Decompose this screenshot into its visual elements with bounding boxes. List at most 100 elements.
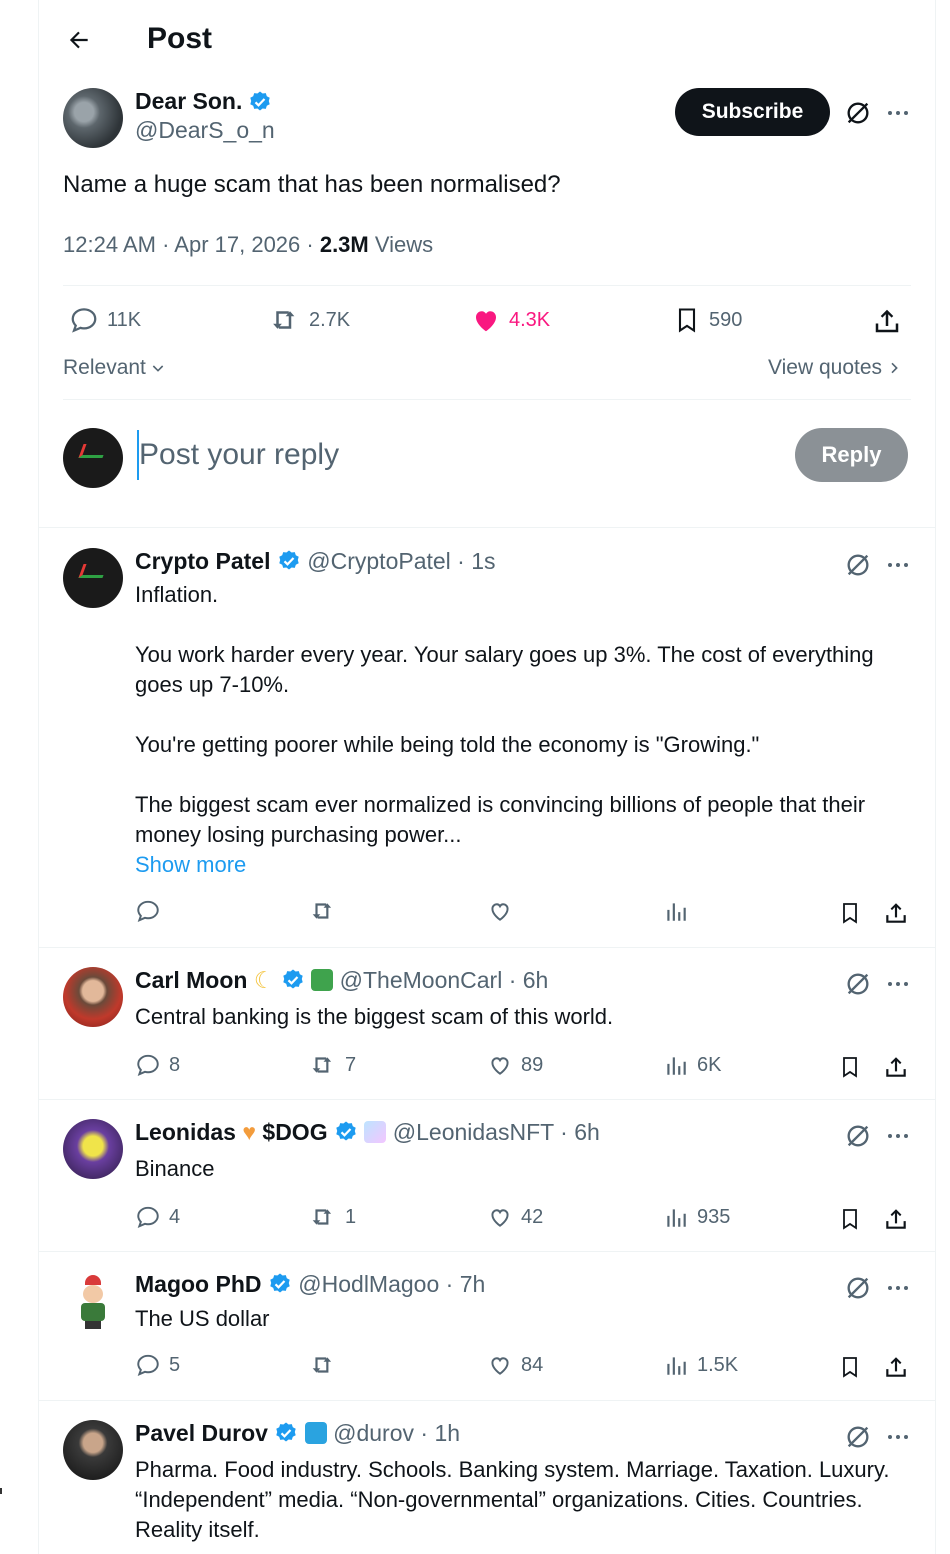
like-icon xyxy=(476,311,496,332)
verified-icon xyxy=(279,550,299,570)
grok-button[interactable] xyxy=(841,1119,875,1153)
share-button[interactable] xyxy=(881,1204,911,1234)
verified-icon xyxy=(283,969,303,989)
like-action[interactable]: 42 xyxy=(487,1204,543,1230)
reply-text: Central banking is the biggest scam of t… xyxy=(135,1004,614,1029)
repost-action[interactable]: 1 xyxy=(309,1204,356,1230)
more-button[interactable] xyxy=(881,1119,915,1153)
reply-author-handle[interactable]: @LeonidasNFT · 6h xyxy=(393,1119,600,1145)
moon-emoji: ☾ xyxy=(253,967,275,993)
grok-button[interactable] xyxy=(841,967,875,1001)
verified-icon xyxy=(336,1121,356,1141)
views-action[interactable] xyxy=(663,898,689,924)
reply-text: Binance xyxy=(135,1156,215,1181)
main-column: Post Dear Son. @DearS_o_n Subscribe Name… xyxy=(38,0,936,1554)
reply-action[interactable]: 11K xyxy=(69,305,141,335)
more-button[interactable] xyxy=(881,1420,915,1454)
divider xyxy=(63,399,911,400)
reply-author-name[interactable]: Carl Moon xyxy=(135,967,247,993)
reply-avatar[interactable] xyxy=(63,1420,123,1480)
share-button[interactable] xyxy=(881,1352,911,1382)
bookmark-button[interactable] xyxy=(835,1052,865,1082)
grok-button[interactable] xyxy=(841,96,875,130)
like-count: 84 xyxy=(521,1353,544,1376)
reply-icon xyxy=(71,308,97,333)
reply-action[interactable]: 5 xyxy=(135,1352,180,1378)
reply-count: 5 xyxy=(169,1353,181,1376)
reply-author-handle[interactable]: @CryptoPatel · 1s xyxy=(307,548,495,574)
reply-action[interactable]: 4 xyxy=(135,1204,180,1230)
reply-author-name[interactable]: Magoo PhD xyxy=(135,1271,262,1297)
reply-avatar[interactable] xyxy=(63,548,123,608)
grok-button[interactable] xyxy=(841,1420,875,1454)
like-count: 4.3K xyxy=(509,308,551,331)
composer-avatar[interactable] xyxy=(63,428,123,488)
share-icon xyxy=(875,309,899,333)
share-icon xyxy=(886,1209,906,1229)
like-action[interactable] xyxy=(487,898,513,924)
grok-icon xyxy=(847,1277,869,1299)
bookmark-icon xyxy=(678,308,696,333)
like-action[interactable]: 89 xyxy=(487,1052,543,1078)
reply-avatar[interactable] xyxy=(63,1271,123,1331)
bookmark-action[interactable]: 590 xyxy=(673,305,742,335)
share-button[interactable] xyxy=(881,1052,911,1082)
bookmark-button[interactable] xyxy=(835,1352,865,1382)
reply-avatar[interactable] xyxy=(63,1119,123,1179)
repost-action[interactable] xyxy=(309,898,337,924)
reply-author-name[interactable]: Leonidas xyxy=(135,1119,236,1145)
post-author-handle[interactable]: @DearS_o_n xyxy=(135,117,275,144)
reply-input[interactable]: Post your reply xyxy=(137,430,777,480)
reply-paragraph: You're getting poorer while being told t… xyxy=(135,732,760,757)
views-action[interactable]: 6K xyxy=(663,1052,721,1078)
stray-mark xyxy=(0,1488,2,1494)
reply-author-handle[interactable]: @durov · 1h xyxy=(333,1420,460,1446)
post-author-name[interactable]: Dear Son. xyxy=(135,88,242,115)
grok-icon xyxy=(847,1426,869,1448)
reply-author-handle[interactable]: @TheMoonCarl · 6h xyxy=(340,967,549,993)
back-button[interactable] xyxy=(63,24,95,56)
like-action[interactable]: 4.3K xyxy=(471,305,550,335)
post-author-avatar[interactable] xyxy=(63,88,123,148)
views-action[interactable]: 935 xyxy=(663,1204,730,1230)
divider xyxy=(39,1400,935,1401)
share-button[interactable] xyxy=(881,898,911,928)
like-action[interactable]: 84 xyxy=(487,1352,543,1378)
reply-button[interactable]: Reply xyxy=(795,428,908,482)
subscribe-button[interactable]: Subscribe xyxy=(675,88,830,136)
reply-author-name[interactable]: Pavel Durov xyxy=(135,1420,268,1446)
reply-action[interactable]: 8 xyxy=(135,1052,180,1078)
grok-button[interactable] xyxy=(841,548,875,582)
divider xyxy=(39,947,935,948)
more-icon xyxy=(888,1435,908,1439)
post-time[interactable]: 12:24 AM · Apr 17, 2026 · xyxy=(63,232,320,257)
reply-avatar[interactable] xyxy=(63,967,123,1027)
reply-author-handle[interactable]: @HodlMagoo · 7h xyxy=(298,1271,485,1297)
more-button[interactable] xyxy=(881,1271,915,1305)
reply-author-name[interactable]: Crypto Patel xyxy=(135,548,270,574)
grok-button[interactable] xyxy=(841,1271,875,1305)
more-icon xyxy=(888,111,908,115)
more-button[interactable] xyxy=(881,548,915,582)
repost-action[interactable]: 2.7K xyxy=(269,305,350,335)
post-views-label: Views xyxy=(368,232,434,257)
show-more-link[interactable]: Show more xyxy=(135,850,915,880)
sort-dropdown[interactable]: Relevant xyxy=(63,356,166,380)
more-button[interactable] xyxy=(881,967,915,1001)
more-icon xyxy=(888,982,908,986)
more-button[interactable] xyxy=(881,96,915,130)
bookmark-button[interactable] xyxy=(835,1204,865,1234)
bookmark-button[interactable] xyxy=(835,898,865,928)
share-button[interactable] xyxy=(869,305,905,337)
views-icon xyxy=(667,903,686,921)
views-count: 1.5K xyxy=(697,1353,739,1376)
verified-icon xyxy=(250,91,271,110)
reply-text: The US dollar xyxy=(135,1306,270,1331)
page-title: Post xyxy=(147,22,213,55)
view-quotes-link[interactable]: View quotes xyxy=(768,356,902,380)
views-action[interactable]: 1.5K xyxy=(663,1352,738,1378)
reply-action[interactable] xyxy=(135,898,161,924)
repost-action[interactable]: 7 xyxy=(309,1052,356,1078)
repost-count: 2.7K xyxy=(309,308,351,331)
repost-action[interactable] xyxy=(309,1352,345,1378)
